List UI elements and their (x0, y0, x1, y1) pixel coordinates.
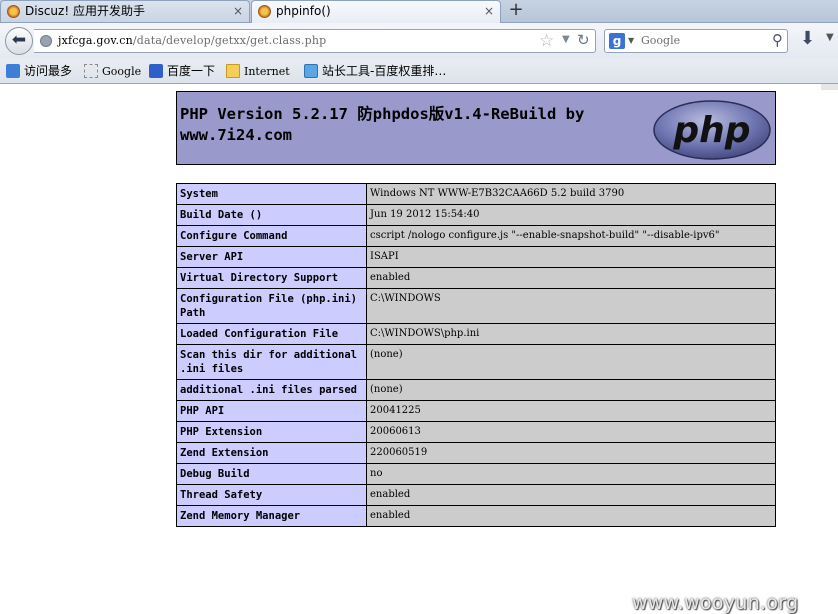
table-row: Configuration File (php.ini) Path C:\WIND… (176, 288, 776, 324)
bookmark-star-icon[interactable]: ☆ (539, 31, 554, 51)
scrollbar[interactable] (821, 84, 838, 90)
info-key: additional .ini files parsed (176, 379, 367, 401)
close-tab-icon[interactable]: × (484, 1, 494, 21)
info-value: enabled (366, 267, 776, 289)
info-value: enabled (366, 505, 776, 527)
tab-phpinfo[interactable]: phpinfo() × (251, 0, 501, 23)
info-value: Windows NT WWW-E7B32CAA66D 5.2 build 379… (366, 183, 776, 205)
php-logo-icon: php (653, 100, 771, 160)
back-arrow-icon: ⬅ (11, 30, 27, 50)
info-value: ISAPI (366, 246, 776, 268)
bookmark-label: 站长工具-百度权重排… (322, 64, 447, 78)
discuz-favicon-icon (7, 5, 20, 18)
info-key: Loaded Configuration File (176, 323, 367, 345)
folder-icon (226, 64, 240, 78)
site-identity-icon[interactable] (40, 35, 52, 47)
most-visited-icon (6, 64, 20, 78)
info-value: C:\WINDOWS\php.ini (366, 323, 776, 345)
url-host: jxfcga.gov.cn (58, 34, 133, 47)
table-row: Loaded Configuration File C:\WINDOWS\php.… (176, 323, 776, 345)
close-tab-icon[interactable]: × (233, 1, 243, 21)
info-key: Server API (176, 246, 367, 268)
info-key: PHP Extension (176, 421, 367, 443)
table-row: Zend Extension 220060519 (176, 442, 776, 464)
search-icon[interactable]: ⚲ (772, 31, 783, 49)
search-placeholder: Google (641, 34, 681, 47)
info-value: Jun 19 2012 15:54:40 (366, 204, 776, 226)
bookmark-label: 访问最多 (24, 64, 73, 78)
bookmark-most-visited[interactable]: 访问最多 (6, 62, 72, 80)
table-row: Zend Memory Manager enabled (176, 505, 776, 527)
bookmark-internet[interactable]: Internet (226, 62, 290, 80)
php-version-title: PHP Version 5.2.17 防phpdos版v1.4-ReBuild … (180, 105, 585, 144)
table-row: additional .ini files parsed (none) (176, 379, 776, 401)
info-value: (none) (366, 344, 776, 380)
tab-title: phpinfo() (276, 4, 331, 18)
info-key: Build Date () (176, 204, 367, 226)
bookmark-label: Google (102, 65, 142, 78)
info-key: Configure Command (176, 225, 367, 247)
tab-bar: Discuz! 应用开发助手 × phpinfo() × + (0, 0, 838, 23)
info-value: no (366, 463, 776, 485)
tab-discuz[interactable]: Discuz! 应用开发助手 × (0, 0, 250, 22)
engine-dropdown-icon[interactable]: ▼ (628, 36, 634, 45)
back-button[interactable]: ⬅ (5, 27, 33, 55)
table-row: Server API ISAPI (176, 246, 776, 268)
table-row: Virtual Directory Support enabled (176, 267, 776, 289)
bookmarks-toolbar: 访问最多 Google 百度一下 Internet 站长工具-百度权重排… (0, 59, 838, 84)
search-bar[interactable]: g ▼ Google ⚲ (604, 29, 788, 53)
info-key: Debug Build (176, 463, 367, 485)
info-value: enabled (366, 484, 776, 506)
google-engine-icon[interactable]: g (609, 33, 625, 49)
info-key: Thread Safety (176, 484, 367, 506)
download-icon[interactable]: ⬇ (800, 28, 815, 49)
table-row: System Windows NT WWW-E7B32CAA66D 5.2 bui… (176, 183, 776, 205)
table-row: PHP Extension 20060613 (176, 421, 776, 443)
chinaz-tool-icon (304, 64, 318, 78)
page-content: PHP Version 5.2.17 防phpdos版v1.4-ReBuild … (0, 84, 838, 614)
tab-title: Discuz! 应用开发助手 (25, 4, 145, 18)
table-row: Thread Safety enabled (176, 484, 776, 506)
info-key: Scan this dir for additional .ini files (176, 344, 367, 380)
info-key: Zend Memory Manager (176, 505, 367, 527)
navigation-toolbar: jxfcga.gov.cn/data/develop/getxx/get.cla… (0, 23, 838, 59)
php-version-header: PHP Version 5.2.17 防phpdos版v1.4-ReBuild … (176, 91, 776, 165)
info-value: 20060613 (366, 421, 776, 443)
table-row: Debug Build no (176, 463, 776, 485)
toolbar-overflow-chevron-icon[interactable]: ▼ (826, 32, 834, 43)
bookmark-google[interactable]: Google (84, 62, 141, 80)
bookmark-chinaz-tools[interactable]: 站长工具-百度权重排… (304, 62, 446, 80)
phpinfo-table: System Windows NT WWW-E7B32CAA66D 5.2 bui… (176, 183, 776, 527)
table-row: Scan this dir for additional .ini files(… (176, 344, 776, 380)
info-value: cscript /nologo configure.js "--enable-s… (366, 225, 776, 247)
table-row: Build Date () Jun 19 2012 15:54:40 (176, 204, 776, 226)
blank-page-icon (84, 64, 98, 78)
reload-icon[interactable]: ↻ (577, 31, 590, 49)
info-value: (none) (366, 379, 776, 401)
info-key: PHP API (176, 400, 367, 422)
baidu-paw-icon (149, 64, 163, 78)
bookmark-baidu[interactable]: 百度一下 (149, 62, 215, 80)
table-row: Configure Command cscript /nologo configu… (176, 225, 776, 247)
address-bar[interactable]: jxfcga.gov.cn/data/develop/getxx/get.cla… (34, 29, 596, 53)
info-key: Configuration File (php.ini) Path (176, 288, 367, 324)
bookmark-label: 百度一下 (167, 64, 216, 78)
info-value: 20041225 (366, 400, 776, 422)
new-tab-button[interactable]: + (502, 0, 530, 21)
url-path: /data/develop/getxx/get.class.php (132, 34, 327, 47)
info-key: System (176, 183, 367, 205)
info-value: C:\WINDOWS (366, 288, 776, 324)
bookmark-label: Internet (244, 65, 290, 78)
history-dropdown-icon[interactable]: ▼ (562, 34, 570, 45)
table-row: PHP API 20041225 (176, 400, 776, 422)
watermark: www.wooyun.org (632, 592, 799, 614)
phpinfo-favicon-icon (258, 5, 271, 18)
php-logo-text: php (672, 110, 750, 151)
info-key: Virtual Directory Support (176, 267, 367, 289)
url-text: jxfcga.gov.cn/data/develop/getxx/get.cla… (58, 34, 326, 47)
info-key: Zend Extension (176, 442, 367, 464)
info-value: 220060519 (366, 442, 776, 464)
